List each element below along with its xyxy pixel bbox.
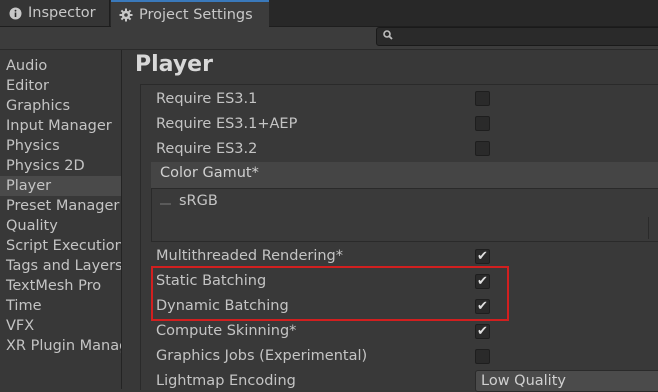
highlight-box	[151, 266, 509, 321]
sidebar-item-preset-manager[interactable]: Preset Manager	[0, 196, 121, 216]
multithreaded-rendering-checkbox[interactable]: ✔	[475, 249, 490, 264]
setting-label-require-es31-aep: Require ES3.1+AEP	[156, 116, 298, 132]
require-es31-checkbox[interactable]	[475, 91, 490, 106]
color-gamut-item[interactable]: sRGB	[179, 193, 218, 209]
sidebar-item-tags-and-layers[interactable]: Tags and Layers	[0, 256, 121, 276]
tab-label: Inspector	[28, 5, 96, 21]
tab-inspector[interactable]: Inspector	[0, 0, 110, 26]
setting-label-require-es32: Require ES3.2	[156, 141, 258, 157]
search-icon	[382, 29, 394, 45]
checkmark-icon: ✔	[477, 249, 488, 264]
settings-sidebar: Audio Editor Graphics Input Manager Phys…	[0, 50, 122, 389]
require-es31-aep-checkbox[interactable]	[475, 116, 490, 131]
page-title: Player	[135, 52, 213, 77]
gear-icon	[119, 8, 133, 22]
sidebar-item-quality[interactable]: Quality	[0, 216, 121, 236]
sidebar-item-physics-2d[interactable]: Physics 2D	[0, 156, 121, 176]
search-input[interactable]	[376, 27, 658, 46]
sidebar-item-editor[interactable]: Editor	[0, 76, 121, 96]
sidebar-item-vfx[interactable]: VFX	[0, 316, 121, 336]
checkmark-icon: ✔	[477, 324, 488, 339]
sidebar-item-script-execution-order[interactable]: Script Execution Order	[0, 236, 121, 256]
sidebar-item-graphics[interactable]: Graphics	[0, 96, 121, 116]
setting-label-compute-skinning: Compute Skinning*	[156, 323, 297, 339]
sidebar-item-xr-plugin-management[interactable]: XR Plugin Management	[0, 336, 121, 356]
sidebar-item-textmesh-pro[interactable]: TextMesh Pro	[0, 276, 121, 296]
setting-label-graphics-jobs: Graphics Jobs (Experimental)	[156, 348, 368, 364]
require-es32-checkbox[interactable]	[475, 141, 490, 156]
sidebar-item-audio[interactable]: Audio	[0, 56, 121, 76]
setting-label-require-es31: Require ES3.1	[156, 91, 258, 107]
setting-label-lightmap-encoding: Lightmap Encoding	[156, 373, 296, 389]
sidebar-item-player[interactable]: Player	[0, 176, 121, 196]
info-icon	[8, 6, 22, 20]
sidebar-item-input-manager[interactable]: Input Manager	[0, 116, 121, 136]
sidebar-item-time[interactable]: Time	[0, 296, 121, 316]
setting-label-multithreaded-rendering: Multithreaded Rendering*	[156, 248, 343, 264]
tab-project-settings[interactable]: Project Settings	[111, 0, 269, 27]
color-gamut-footer	[648, 217, 658, 239]
drag-handle-icon[interactable]	[160, 203, 171, 205]
color-gamut-title: Color Gamut*	[160, 165, 259, 181]
tab-label: Project Settings	[139, 6, 253, 23]
graphics-jobs-checkbox[interactable]	[475, 349, 490, 364]
compute-skinning-checkbox[interactable]: ✔	[475, 324, 490, 339]
sidebar-item-physics[interactable]: Physics	[0, 136, 121, 156]
